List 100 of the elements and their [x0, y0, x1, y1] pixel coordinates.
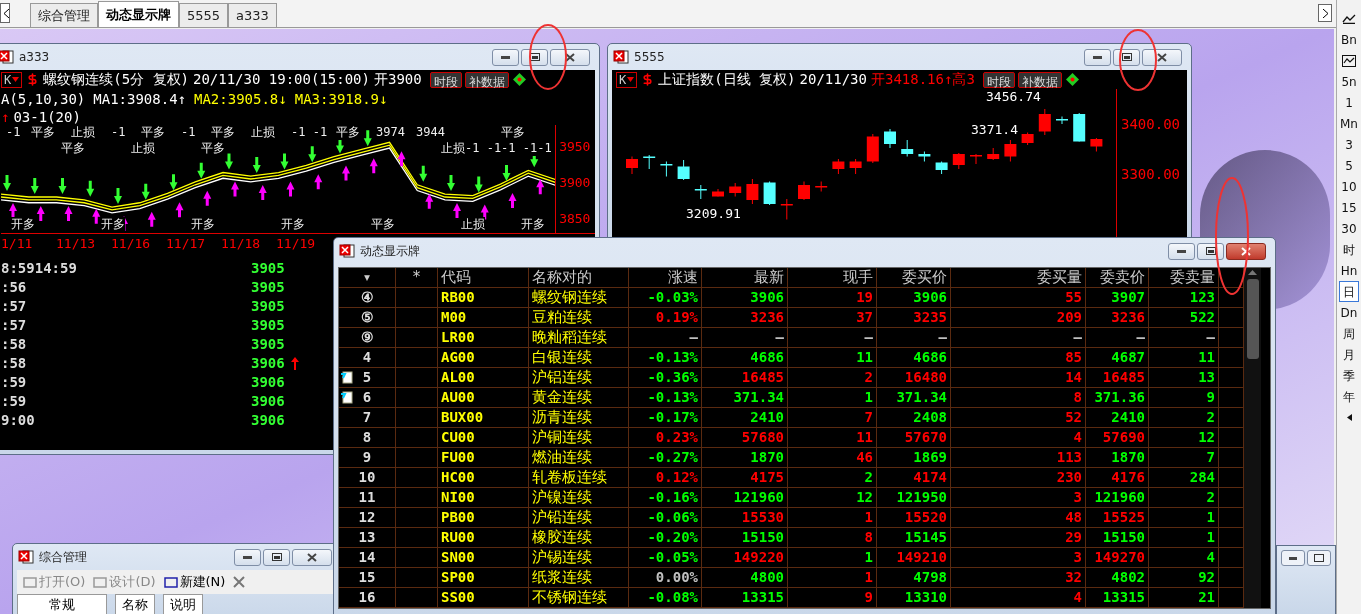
quote-cell: 4798: [877, 568, 951, 588]
quote-cell: 52: [951, 408, 1086, 428]
quote-cell: 48: [951, 508, 1086, 528]
open-price: 开3900: [373, 70, 422, 89]
quote-cell: 4687: [1086, 348, 1149, 368]
quote-cell: 37: [788, 308, 877, 328]
quote-cell: 149220: [702, 548, 788, 568]
quote-cell: 522: [1149, 308, 1219, 328]
row-index: ⑨: [360, 328, 374, 347]
quote-cell: 13: [1149, 368, 1219, 388]
quote-cell: 15150: [1086, 528, 1149, 548]
quote-cell: 11: [788, 348, 877, 368]
quote-cell: 2: [788, 468, 877, 488]
quote-cell: 121960: [702, 488, 788, 508]
name-cell: 黄金连续: [529, 388, 629, 408]
quote-cell: 8: [788, 528, 877, 548]
quote-cell: 3235: [877, 308, 951, 328]
quote-cell: 149210: [877, 548, 951, 568]
tick-time: 9:00: [1, 411, 36, 430]
date-label: 11/18: [221, 235, 262, 251]
quote-cell: 4176: [1086, 468, 1149, 488]
quote-cell: 4175: [702, 468, 788, 488]
quote-cell: 16485: [1086, 368, 1149, 388]
quote-cell: 85: [951, 348, 1086, 368]
signal-label: 平多: [61, 141, 85, 156]
signal-label: 平多: [371, 217, 395, 232]
code-cell: M00: [438, 308, 529, 328]
tick-time: :58: [1, 354, 28, 373]
axis-label: 3950: [559, 138, 591, 154]
name-cell: 沪锡连续: [529, 548, 629, 568]
quote-cell: 13315: [1086, 588, 1149, 608]
code-cell: HC00: [438, 468, 529, 488]
quote-cell: —: [788, 328, 877, 348]
tick-time: 8:5914:59: [1, 259, 78, 278]
tick-time: :59: [1, 392, 28, 411]
signal-label: 平多: [336, 125, 360, 140]
tick-price: 3906: [251, 392, 286, 411]
quote-cell: —: [702, 328, 788, 348]
signal-label: 开多: [101, 217, 125, 232]
quote-cell: 8: [951, 388, 1086, 408]
signal-label: 平多: [211, 125, 235, 140]
quote-cell: 29: [951, 528, 1086, 548]
signal-label: 平多: [501, 125, 525, 140]
date-label: 1/11: [1, 235, 34, 251]
quote-cell: 55: [951, 288, 1086, 308]
signal-label: 开多: [281, 217, 305, 232]
ma-value: MA2:3905.8↓: [194, 90, 287, 107]
quote-cell: -0.13%: [629, 388, 702, 408]
quote-cell: 0.12%: [629, 468, 702, 488]
code-cell: LR00: [438, 328, 529, 348]
row-index: 10: [358, 468, 376, 487]
quote-cell: 4686: [702, 348, 788, 368]
name-cell: 晚籼稻连续: [529, 328, 629, 348]
quote-cell: 4686: [877, 348, 951, 368]
signal-label: 止损-1 -1-1 -1-1: [441, 141, 552, 156]
name-cell: 燃油连续: [529, 448, 629, 468]
quote-cell: 15525: [1086, 508, 1149, 528]
price-annotation: 3456.74: [986, 89, 1041, 104]
chart-symbol: 螺纹钢连续(5分 复权): [43, 70, 189, 89]
quote-cell: 2408: [877, 408, 951, 428]
window-title: 动态显示牌: [360, 243, 420, 260]
signal-label: 止损: [71, 125, 95, 140]
code-cell: NI00: [438, 488, 529, 508]
quote-cell: 2: [788, 368, 877, 388]
quote-cell: 284: [1149, 468, 1219, 488]
quote-cell: 13310: [877, 588, 951, 608]
quote-cell: 46: [788, 448, 877, 468]
quote-cell: 1: [788, 568, 877, 588]
code-cell: RU00: [438, 528, 529, 548]
quote-cell: 15145: [877, 528, 951, 548]
quote-cell: 4802: [1086, 568, 1149, 588]
quote-cell: 19: [788, 288, 877, 308]
name-cell: 沪镍连续: [529, 488, 629, 508]
code-cell: BUX00: [438, 408, 529, 428]
price-annotation: 3371.4: [971, 122, 1018, 137]
quote-cell: 1: [788, 508, 877, 528]
signal-label: 止损: [251, 125, 275, 140]
quote-cell: 15520: [877, 508, 951, 528]
quote-cell: 371.34: [702, 388, 788, 408]
quote-cell: 7: [788, 408, 877, 428]
chart-date: 20/11/30: [799, 70, 867, 89]
quote-cell: 2: [1149, 488, 1219, 508]
row-index: 16: [358, 588, 376, 607]
quote-cell: 16485: [702, 368, 788, 388]
quote-cell: 4174: [877, 468, 951, 488]
quote-cell: 2410: [1086, 408, 1149, 428]
row-index: 13: [358, 528, 376, 547]
date-label: 11/19: [276, 235, 317, 251]
signal-label: 开多: [191, 217, 215, 232]
quote-cell: 14: [951, 368, 1086, 388]
quote-cell: 1870: [1086, 448, 1149, 468]
quote-cell: 0.19%: [629, 308, 702, 328]
indicator-arrow: ↑: [1, 108, 10, 125]
quote-cell: 3907: [1086, 288, 1149, 308]
code-cell: RB00: [438, 288, 529, 308]
name-cell: 橡胶连续: [529, 528, 629, 548]
code-cell: SN00: [438, 548, 529, 568]
quote-cell: 1: [788, 548, 877, 568]
quote-cell: 7: [1149, 448, 1219, 468]
date-label: 11/17: [166, 235, 207, 251]
